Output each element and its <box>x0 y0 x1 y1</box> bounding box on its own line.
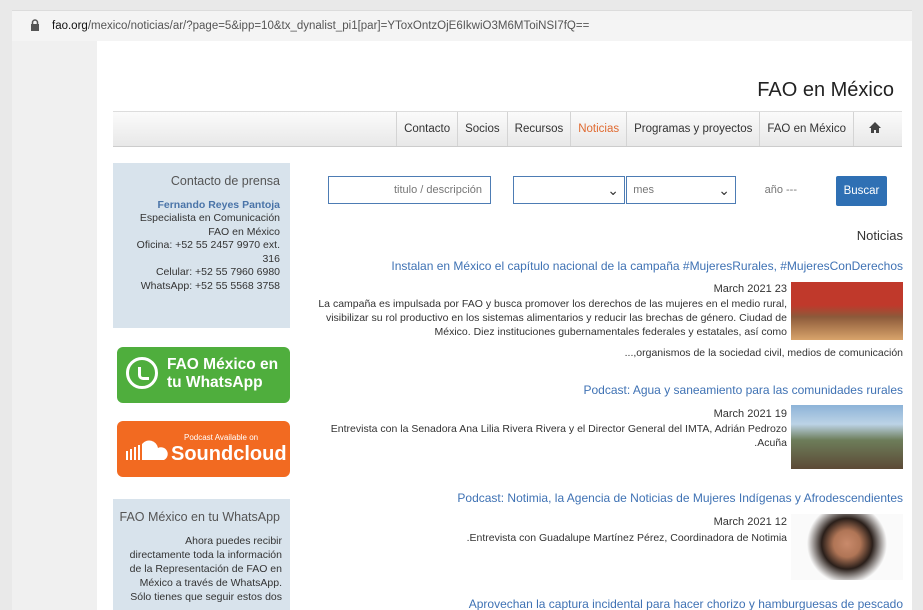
press-line: Oficina: +52 55 2457 9970 ext. <box>136 239 280 251</box>
nav-contacto[interactable]: Contacto <box>396 112 457 146</box>
press-line: Especialista en Comunicación <box>139 212 280 224</box>
news-title[interactable]: Podcast: Notimia, la Agencia de Noticias… <box>457 491 903 505</box>
news-thumbnail[interactable] <box>791 514 903 580</box>
search-input[interactable]: titulo / descripción <box>328 176 491 204</box>
month-select[interactable]: ⌄ mes <box>513 176 654 204</box>
news-summary: .Entrevista con Guadalupe Martínez Pérez… <box>466 532 787 544</box>
main-nav: Contacto Socios Recursos Noticias Progra… <box>113 111 902 147</box>
soundcloud-icon <box>126 440 168 460</box>
press-name[interactable]: Fernando Reyes Pantoja <box>113 199 290 213</box>
news-item: Aprovechan la captura incidental para ha… <box>203 597 903 610</box>
news-summary-continued: ...,organismos de la sociedad civil, med… <box>624 347 903 359</box>
whatsapp-icon <box>126 357 158 389</box>
press-title: Contacto de prensa <box>170 174 280 188</box>
news-date: March 2021 19 <box>713 408 787 420</box>
chevron-down-icon: ⌄ <box>718 182 730 198</box>
nav-socios[interactable]: Socios <box>457 112 507 146</box>
year-label: año --- <box>764 184 797 196</box>
news-summary: Entrevista con la Senadora Ana Lilia Riv… <box>330 423 787 449</box>
search-button[interactable]: Buscar <box>836 176 887 206</box>
nav-noticias[interactable]: Noticias <box>570 112 626 146</box>
press-line: FAO en México <box>208 225 280 238</box>
news-filters: titulo / descripción ⌄ mes ⌄ año --- Bus… <box>328 176 903 208</box>
chevron-down-icon: ⌄ <box>607 182 619 198</box>
year-select[interactable]: ⌄ año --- <box>626 176 797 204</box>
news-summary: La campaña es impulsada por FAO y busca … <box>318 298 787 338</box>
news-title[interactable]: Aprovechan la captura incidental para ha… <box>469 597 903 610</box>
nav-home[interactable] <box>853 112 896 146</box>
news-item: Instalan en México el capítulo nacional … <box>203 259 903 359</box>
nav-programas[interactable]: Programas y proyectos <box>626 112 759 146</box>
url-host: fao.org <box>52 20 88 32</box>
home-icon <box>868 121 882 137</box>
news-title[interactable]: Instalan en México el capítulo nacional … <box>391 259 903 273</box>
left-gutter <box>12 41 97 610</box>
lock-icon <box>30 18 44 34</box>
news-thumbnail[interactable] <box>791 282 903 340</box>
page: FAO en México Contacto Socios Recursos N… <box>97 41 912 610</box>
section-title: Noticias <box>856 228 903 243</box>
nav-fao-mexico[interactable]: FAO en México <box>759 112 853 146</box>
nav-recursos[interactable]: Recursos <box>506 112 571 146</box>
news-date: March 2021 12 <box>713 516 787 528</box>
site-brand[interactable]: FAO en México <box>757 79 894 102</box>
news-item: Podcast: Agua y saneamiento para las com… <box>203 383 903 469</box>
news-item: Podcast: Notimia, la Agencia de Noticias… <box>203 491 903 581</box>
news-title[interactable]: Podcast: Agua y saneamiento para las com… <box>583 383 903 397</box>
url-path: /mexico/noticias/ar/?page=5&ipp=10&tx_dy… <box>87 20 590 32</box>
news-date: March 2021 23 <box>713 283 787 295</box>
news-thumbnail[interactable] <box>791 405 903 469</box>
address-bar[interactable]: fao.org/mexico/noticias/ar/?page=5&ipp=1… <box>12 10 912 42</box>
